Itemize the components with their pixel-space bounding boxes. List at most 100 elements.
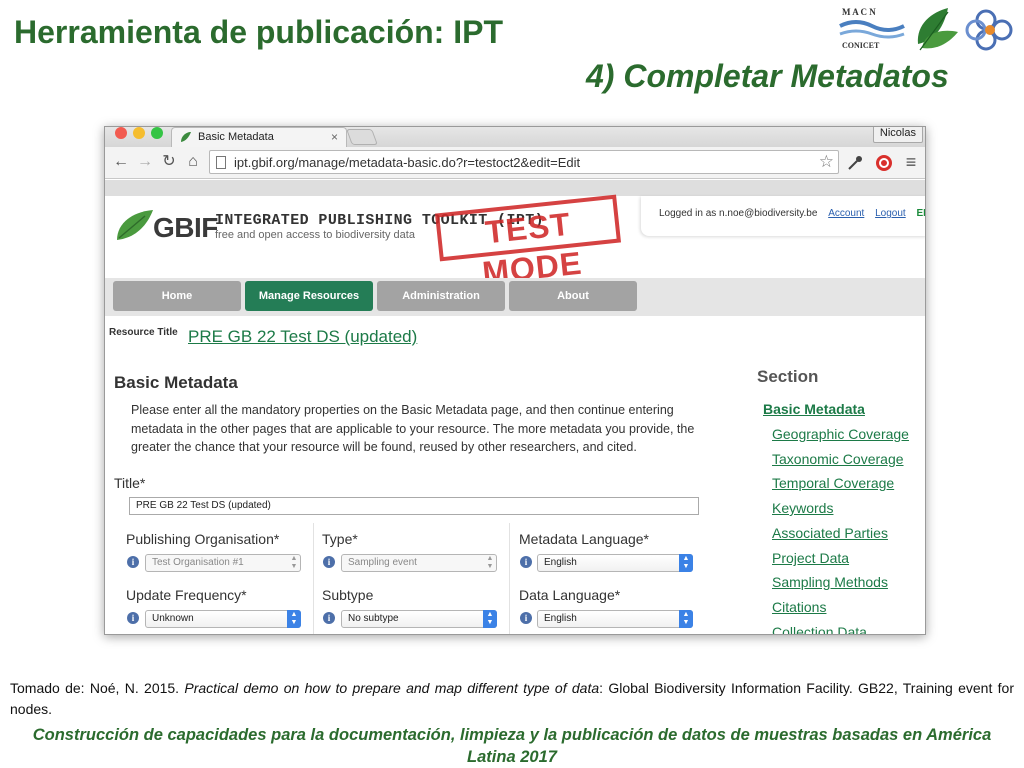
chevron-updown-icon: ▲ ▼	[679, 554, 693, 572]
chevron-updown-icon: ▲ ▼	[486, 555, 494, 570]
info-icon[interactable]: i	[520, 612, 532, 624]
slide-subtitle: 4) Completar Metadatos	[586, 58, 949, 94]
info-icon[interactable]: i	[323, 612, 335, 624]
macn-logo-text: M A C N	[842, 7, 876, 17]
browser-tab[interactable]: Basic Metadata ×	[171, 127, 347, 147]
page-heading: Basic Metadata	[114, 373, 238, 392]
info-icon[interactable]: i	[323, 556, 335, 568]
metadata-language-value: English	[544, 557, 577, 568]
publishing-organisation-value: Test Organisation #1	[152, 557, 244, 568]
type-label: Type*	[322, 531, 358, 547]
title-field-label: Title*	[114, 475, 146, 491]
nav-tab-administration[interactable]: Administration	[377, 281, 505, 311]
section-link-keywords[interactable]: Keywords	[772, 500, 833, 516]
section-link-taxonomic-coverage[interactable]: Taxonomic Coverage	[772, 451, 904, 467]
source-citation: Tomado de: Noé, N. 2015. Practical demo …	[10, 678, 1014, 720]
metadata-language-select[interactable]: English ▲ ▼	[537, 554, 693, 572]
macn-conicet-logo: M A C N CONICET	[839, 7, 905, 50]
section-link-basic-metadata[interactable]: Basic Metadata	[763, 401, 865, 417]
back-arrow-icon[interactable]: ←	[111, 152, 131, 172]
resource-title-label: Resource Title	[109, 327, 178, 338]
chevron-updown-icon: ▲ ▼	[679, 610, 693, 628]
close-window-button[interactable]	[115, 127, 127, 139]
intro-paragraph: Please enter all the mandatory propertie…	[131, 403, 695, 454]
update-frequency-label: Update Frequency*	[126, 587, 247, 603]
data-language-select[interactable]: English ▲ ▼	[537, 610, 693, 628]
nav-tab-manage-resources[interactable]: Manage Resources	[245, 281, 373, 311]
chevron-updown-icon: ▲ ▼	[483, 610, 497, 628]
account-link[interactable]: Account	[828, 208, 864, 219]
data-language-label: Data Language*	[519, 587, 621, 603]
conicet-logo-text: CONICET	[842, 41, 880, 50]
close-tab-icon[interactable]: ×	[331, 130, 338, 144]
address-bar-url: ipt.gbif.org/manage/metadata-basic.do?r=…	[234, 155, 581, 170]
column-divider	[509, 523, 510, 634]
nav-tab-about[interactable]: About	[509, 281, 637, 311]
browser-tab-title: Basic Metadata	[198, 131, 274, 143]
chevron-updown-icon: ▲ ▼	[287, 610, 301, 628]
login-area: Logged in as n.noe@biodiversity.be Accou…	[641, 196, 925, 236]
slide-title: Herramienta de publicación: IPT	[14, 14, 503, 50]
section-link-citations[interactable]: Citations	[772, 599, 826, 615]
maximize-window-button[interactable]	[151, 127, 163, 139]
citation-work-title: Practical demo on how to prepare and map…	[184, 680, 600, 696]
update-frequency-value: Unknown	[152, 613, 194, 624]
metadata-language-label: Metadata Language*	[519, 531, 649, 547]
browser-menu-icon[interactable]: ≡	[901, 152, 921, 172]
update-frequency-select[interactable]: Unknown ▲ ▼	[145, 610, 301, 628]
section-link-collection-data[interactable]: Collection Data	[772, 624, 867, 634]
bookmark-star-icon[interactable]: ☆	[819, 152, 834, 172]
ipt-main-nav: Home Manage Resources Administration Abo…	[105, 278, 925, 316]
publishing-organisation-select[interactable]: Test Organisation #1 ▲ ▼	[145, 554, 301, 572]
info-icon[interactable]: i	[127, 612, 139, 624]
slide-footer: Construcción de capacidades para la docu…	[32, 726, 992, 766]
browser-tab-bar: Basic Metadata × Nicolas	[105, 127, 925, 147]
ipt-tagline: free and open access to biodiversity dat…	[215, 229, 415, 241]
section-link-sampling-methods[interactable]: Sampling Methods	[772, 574, 888, 590]
title-input[interactable]: PRE GB 22 Test DS (updated)	[129, 497, 699, 515]
info-icon[interactable]: i	[127, 556, 139, 568]
page-icon	[216, 156, 226, 169]
data-language-value: English	[544, 613, 577, 624]
gbif-leaf-logo-icon	[117, 210, 153, 240]
eyedropper-icon[interactable]	[847, 155, 863, 171]
citation-prefix: Tomado de: Noé, N. 2015.	[10, 680, 180, 696]
stop-extension-icon[interactable]	[875, 154, 893, 172]
section-link-associated-parties[interactable]: Associated Parties	[772, 525, 888, 541]
section-link-temporal-coverage[interactable]: Temporal Coverage	[772, 475, 894, 491]
publishing-organisation-label: Publishing Organisation*	[126, 531, 280, 547]
minimize-window-button[interactable]	[133, 127, 145, 139]
subtype-label: Subtype	[322, 587, 374, 603]
type-select[interactable]: Sampling event ▲ ▼	[341, 554, 497, 572]
subtype-value: No subtype	[348, 613, 399, 624]
resource-title-link[interactable]: PRE GB 22 Test DS (updated)	[188, 327, 417, 347]
chevron-updown-icon: ▲ ▼	[290, 555, 298, 570]
forward-arrow-icon[interactable]: →	[135, 152, 155, 172]
subtype-select[interactable]: No subtype ▲ ▼	[341, 610, 497, 628]
leaf-logo	[917, 8, 958, 51]
ipt-header: GBIF INTEGRATED PUBLISHING TOOLKIT (IPT)…	[105, 194, 925, 291]
circles-logo	[965, 9, 1013, 51]
browser-window: Basic Metadata × Nicolas ← → ↻ ⌂ ipt.gbi…	[104, 126, 926, 635]
language-selector[interactable]: ENGL	[916, 208, 925, 219]
section-link-geographic-coverage[interactable]: Geographic Coverage	[772, 426, 909, 442]
browser-toolbar: ← → ↻ ⌂ ipt.gbif.org/manage/metadata-bas…	[105, 147, 925, 179]
nav-tab-home[interactable]: Home	[113, 281, 241, 311]
profile-chip[interactable]: Nicolas	[872, 127, 923, 143]
reload-icon[interactable]: ↻	[159, 152, 179, 172]
test-mode-stamp: TEST MODE	[434, 194, 622, 291]
gbif-brand: GBIF	[153, 212, 218, 243]
new-tab-button[interactable]	[346, 129, 378, 145]
logout-link[interactable]: Logout	[875, 208, 906, 219]
info-icon[interactable]: i	[520, 556, 532, 568]
address-bar[interactable]: ipt.gbif.org/manage/metadata-basic.do?r=…	[209, 150, 839, 174]
logged-in-text: Logged in as n.noe@biodiversity.be	[659, 208, 818, 219]
bookmarks-bar	[105, 180, 925, 196]
column-divider	[313, 523, 314, 634]
gbif-favicon-icon	[181, 132, 191, 142]
section-heading: Section	[757, 367, 819, 386]
type-value: Sampling event	[348, 557, 417, 568]
partner-logos: M A C N CONICET	[839, 7, 1013, 51]
section-link-project-data[interactable]: Project Data	[772, 550, 849, 566]
home-icon[interactable]: ⌂	[183, 152, 203, 172]
